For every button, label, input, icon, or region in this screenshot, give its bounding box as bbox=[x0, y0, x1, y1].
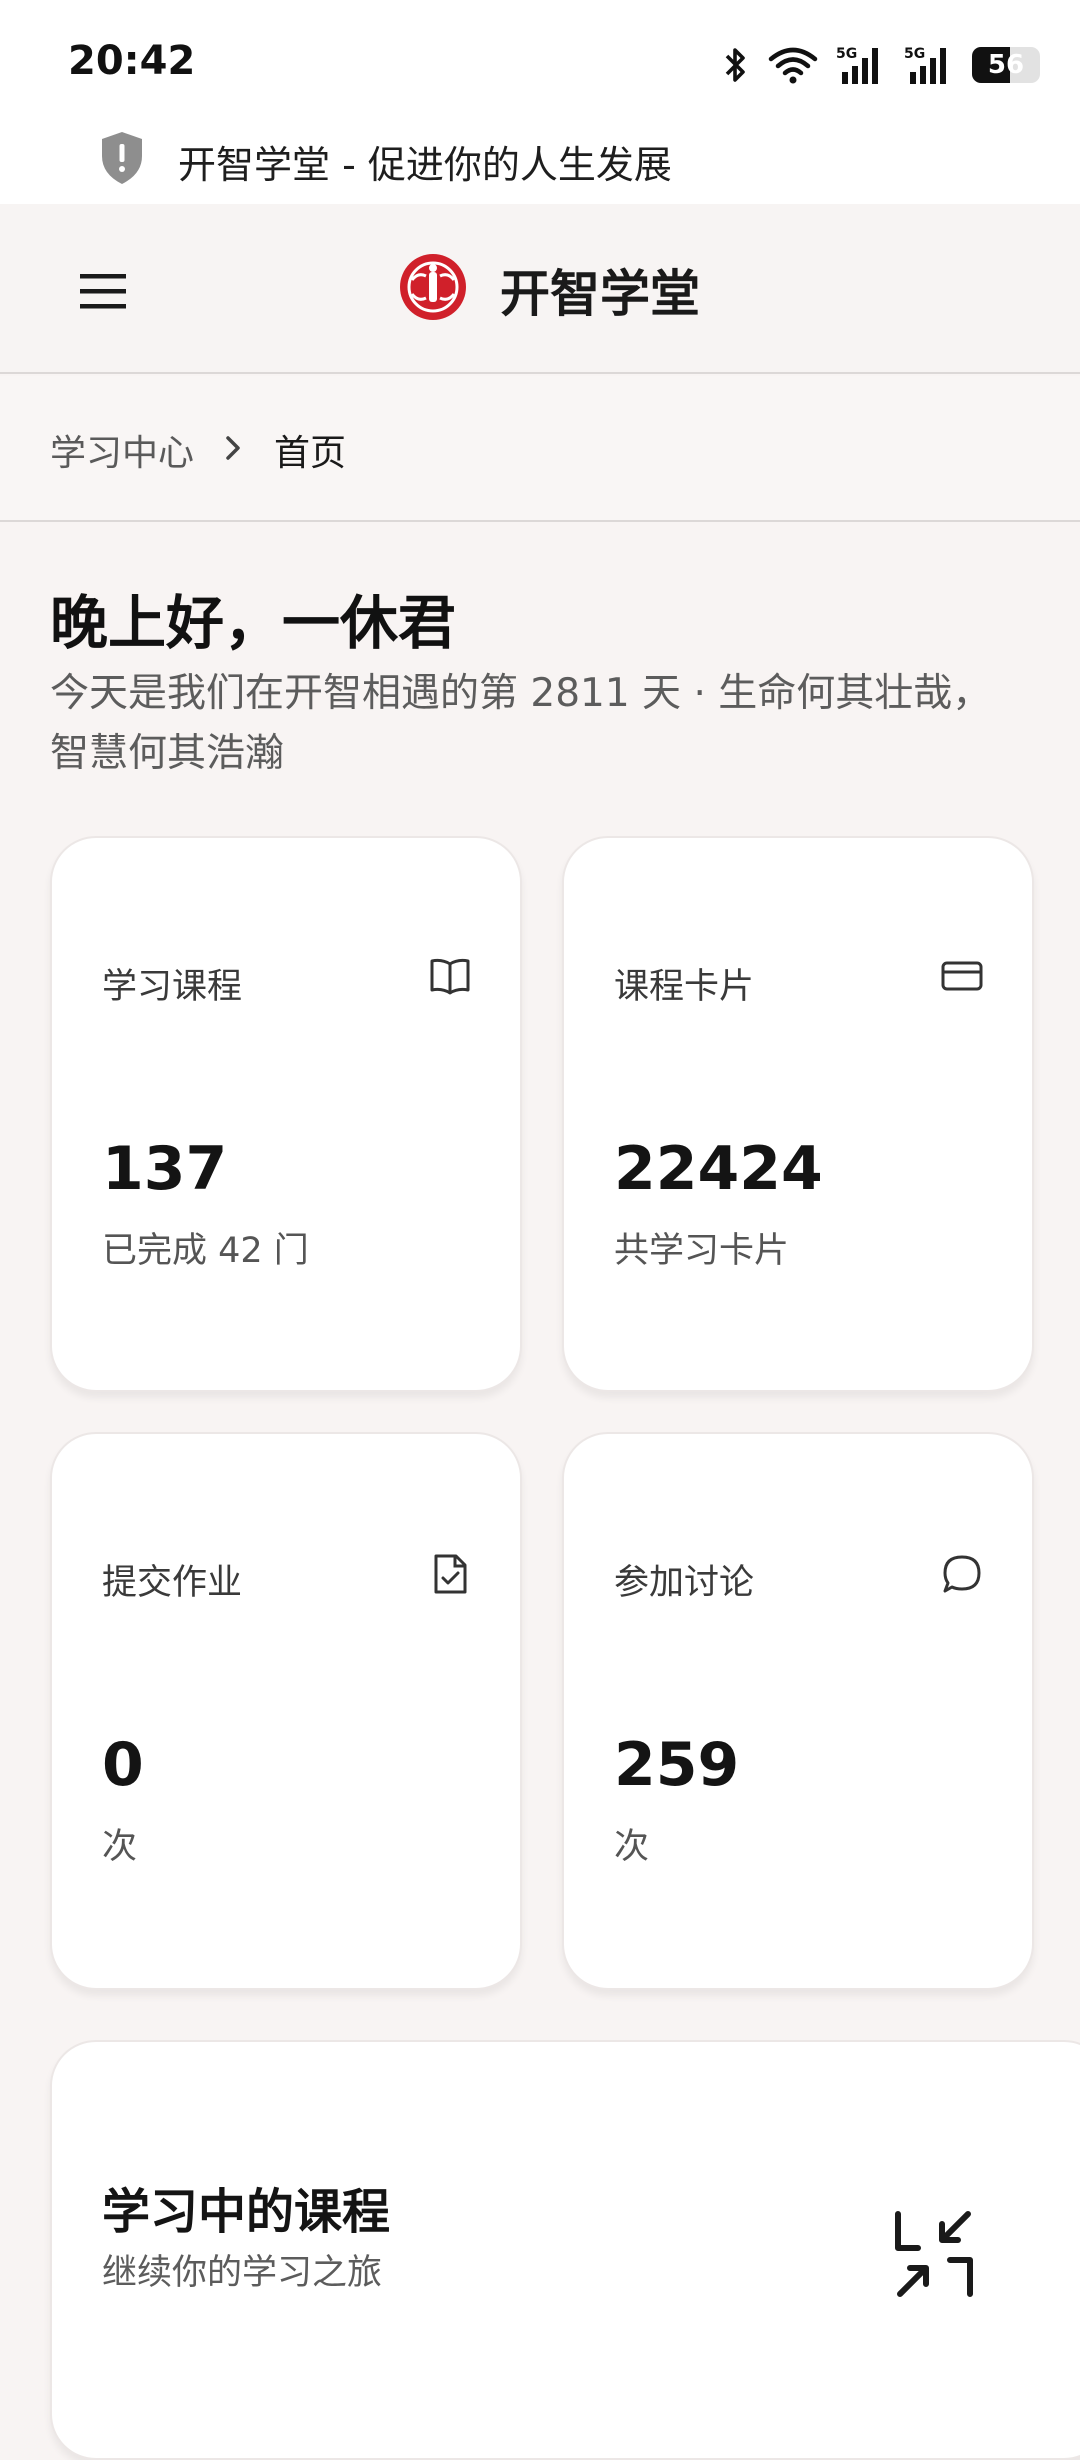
stat-label: 提交作业 bbox=[102, 1563, 243, 1603]
stat-card-assignments[interactable]: 提交作业 0 次 bbox=[50, 1432, 522, 1990]
section-subtitle: 继续你的学习之旅 bbox=[102, 2253, 383, 2293]
stat-value: 0 bbox=[102, 1730, 144, 1800]
status-icons: 5G 5G 56 bbox=[722, 40, 1040, 90]
battery-icon: 56 bbox=[972, 47, 1040, 83]
kaizhi-logo[interactable] bbox=[398, 252, 468, 322]
app-title[interactable]: 开智学堂 bbox=[500, 254, 700, 326]
card-icon bbox=[940, 956, 984, 1000]
chat-bubble-icon bbox=[940, 1552, 984, 1600]
breadcrumb-item-learning-center[interactable]: 学习中心 bbox=[50, 424, 194, 476]
status-bar: 20:42 5G 5G 56 bbox=[0, 0, 1080, 130]
stat-card-flashcards[interactable]: 课程卡片 22424 共学习卡片 bbox=[562, 836, 1034, 1392]
shield-icon bbox=[98, 130, 146, 190]
book-icon bbox=[428, 956, 472, 1000]
stat-subtext: 已完成 42 门 bbox=[102, 1231, 309, 1271]
courses-in-progress-section: 学习中的课程 继续你的学习之旅 bbox=[50, 2040, 1080, 2460]
5g-signal-icon: 5G bbox=[904, 44, 954, 86]
stat-subtext: 次 bbox=[102, 1827, 138, 1867]
file-check-icon bbox=[428, 1552, 472, 1600]
stat-label: 学习课程 bbox=[102, 967, 243, 1007]
stat-label: 参加讨论 bbox=[614, 1563, 755, 1603]
greeting-title: 晚上好，一休君 bbox=[50, 589, 457, 657]
5g-signal-icon: 5G bbox=[836, 44, 886, 86]
stat-card-discussions[interactable]: 参加讨论 259 次 bbox=[562, 1432, 1034, 1990]
stat-label: 课程卡片 bbox=[614, 967, 755, 1007]
stat-card-courses[interactable]: 学习课程 137 已完成 42 门 bbox=[50, 836, 522, 1392]
stat-value: 137 bbox=[102, 1134, 228, 1204]
stat-value: 22424 bbox=[614, 1134, 823, 1204]
hamburger-menu-icon[interactable] bbox=[76, 262, 132, 318]
breadcrumb-item-home: 首页 bbox=[274, 433, 347, 474]
page-title-text[interactable]: 开智学堂 - 促进你的人生发展 bbox=[178, 134, 672, 189]
chevron-right-icon bbox=[220, 432, 246, 468]
svg-text:5G: 5G bbox=[836, 46, 857, 62]
battery-level: 56 bbox=[987, 50, 1025, 80]
stat-subtext: 次 bbox=[614, 1827, 650, 1867]
bluetooth-icon bbox=[722, 45, 750, 85]
stat-subtext: 共学习卡片 bbox=[614, 1231, 790, 1271]
stat-value: 259 bbox=[614, 1730, 740, 1800]
greeting-subtitle: 今天是我们在开智相遇的第 2811 天 · 生命何其壮哉，智慧何其浩瀚 bbox=[50, 671, 992, 776]
status-time: 20:42 bbox=[68, 38, 196, 84]
wifi-icon bbox=[768, 45, 818, 85]
collapse-arrows-icon[interactable] bbox=[892, 2208, 976, 2304]
svg-text:5G: 5G bbox=[904, 46, 925, 62]
section-title: 学习中的课程 bbox=[102, 2184, 391, 2240]
